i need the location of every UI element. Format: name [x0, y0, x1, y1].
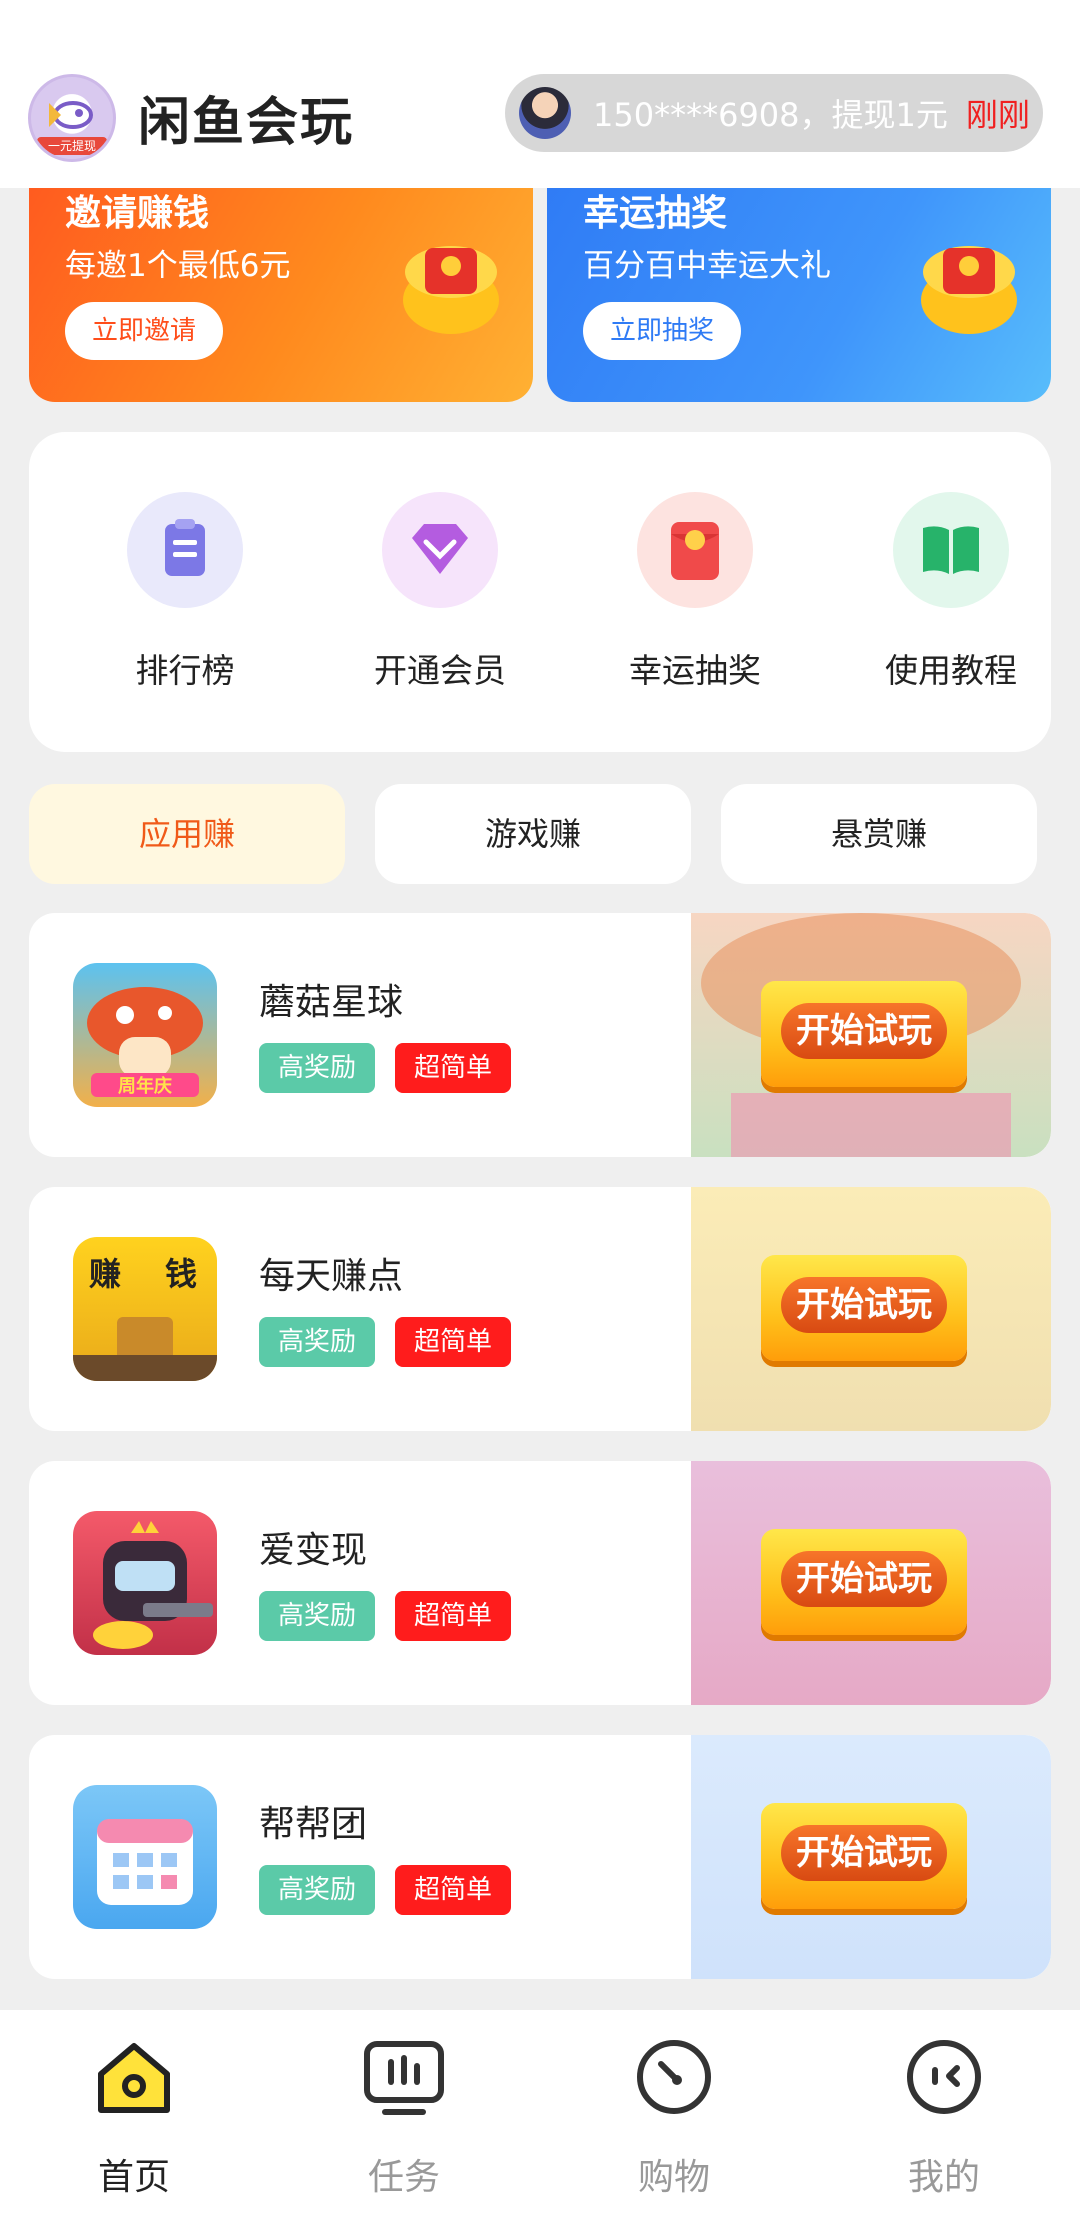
tag-high-reward: 高奖励	[259, 1591, 375, 1641]
promo-title: 邀请赚钱	[65, 193, 210, 234]
tag-high-reward: 高奖励	[259, 1043, 375, 1093]
app-icon	[73, 1785, 217, 1929]
app-header: 一元提现 闲鱼会玩 150****6908，提现1元 刚刚	[0, 0, 1080, 188]
promo-title: 幸运抽奖	[583, 193, 728, 234]
start-trial-label: 开始试玩	[781, 1003, 947, 1059]
task-name: 帮帮团	[259, 1804, 368, 1845]
task-banner: 开始试玩	[691, 1461, 1051, 1705]
quick-menu: 排行榜 开通会员 幸运抽奖 使用教程	[29, 432, 1051, 752]
quick-item-ranking[interactable]: 排行榜	[85, 492, 285, 692]
nav-profile[interactable]: 我的	[844, 2034, 1044, 2200]
red-envelope-icon	[637, 492, 753, 608]
start-trial-button[interactable]: 开始试玩	[761, 981, 967, 1087]
nav-label: 任务	[367, 2157, 440, 2198]
task-name: 爱变现	[259, 1530, 368, 1571]
quick-label: 幸运抽奖	[629, 651, 761, 690]
start-trial-label: 开始试玩	[781, 1825, 947, 1881]
tag-easy: 超简单	[395, 1591, 511, 1641]
app-logo: 一元提现	[28, 74, 116, 162]
nav-home[interactable]: 首页	[34, 2034, 234, 2200]
withdraw-ticker: 150****6908，提现1元 刚刚	[505, 74, 1043, 152]
task-icon	[361, 2034, 447, 2120]
home-icon	[91, 2034, 177, 2120]
anniversary-label: 周年庆	[118, 1075, 172, 1097]
logo-ribbon: 一元提现	[37, 137, 107, 155]
nav-label: 首页	[97, 2157, 170, 2198]
earn-char: 赚	[89, 1255, 121, 1293]
tab-bounty-earn[interactable]: 悬赏赚	[721, 784, 1037, 884]
profile-icon	[901, 2034, 987, 2120]
start-trial-label: 开始试玩	[781, 1277, 947, 1333]
app-icon: 周年庆	[73, 963, 217, 1107]
start-trial-label: 开始试玩	[781, 1551, 947, 1607]
task-name: 每天赚点	[259, 1256, 404, 1297]
quick-item-membership[interactable]: 开通会员	[340, 492, 540, 692]
bottom-nav: 首页 任务 购物 我的	[0, 2010, 1080, 2232]
shopping-icon	[631, 2034, 717, 2120]
quick-label: 开通会员	[374, 651, 506, 690]
ticker-text: 150****6908，提现1元	[593, 96, 948, 134]
gold-pot-icon	[403, 246, 499, 334]
tab-game-earn[interactable]: 游戏赚	[375, 784, 691, 884]
promo-subtitle: 每邀1个最低6元	[65, 248, 291, 284]
task-name: 蘑菇星球	[259, 982, 404, 1023]
clipboard-icon	[127, 492, 243, 608]
task-banner: 开始试玩	[691, 913, 1051, 1157]
tag-high-reward: 高奖励	[259, 1865, 375, 1915]
invite-promo-card[interactable]: 邀请赚钱 每邀1个最低6元 立即邀请	[29, 170, 533, 402]
promo-subtitle: 百分百中幸运大礼	[583, 248, 831, 284]
task-row[interactable]: 爱变现 高奖励 超简单 开始试玩	[29, 1461, 1051, 1705]
tab-app-earn[interactable]: 应用赚	[29, 784, 345, 884]
gold-pot-icon	[921, 246, 1017, 334]
nav-label: 我的	[907, 2157, 980, 2198]
app-icon	[73, 1511, 217, 1655]
avatar	[519, 87, 571, 139]
start-trial-button[interactable]: 开始试玩	[761, 1255, 967, 1361]
start-trial-button[interactable]: 开始试玩	[761, 1529, 967, 1635]
quick-label: 使用教程	[885, 651, 1017, 690]
quick-item-lottery[interactable]: 幸运抽奖	[595, 492, 795, 692]
tag-easy: 超简单	[395, 1865, 511, 1915]
task-row[interactable]: 赚 钱 每天赚点 高奖励 超简单 开始试玩	[29, 1187, 1051, 1431]
app-icon: 赚 钱	[73, 1237, 217, 1381]
task-row[interactable]: 周年庆 蘑菇星球 高奖励 超简单 开始试玩	[29, 913, 1051, 1157]
tag-high-reward: 高奖励	[259, 1317, 375, 1367]
nav-shopping[interactable]: 购物	[574, 2034, 774, 2200]
ticker-time: 刚刚	[965, 96, 1030, 134]
invite-button[interactable]: 立即邀请	[65, 302, 223, 360]
quick-label: 排行榜	[135, 651, 235, 690]
book-icon	[893, 492, 1009, 608]
lottery-promo-card[interactable]: 幸运抽奖 百分百中幸运大礼 立即抽奖	[547, 170, 1051, 402]
money-char: 钱	[165, 1255, 197, 1293]
nav-tasks[interactable]: 任务	[304, 2034, 504, 2200]
diamond-icon	[382, 492, 498, 608]
nav-label: 购物	[637, 2157, 710, 2198]
fish-logo-icon	[49, 101, 93, 129]
start-trial-button[interactable]: 开始试玩	[761, 1803, 967, 1909]
tag-easy: 超简单	[395, 1043, 511, 1093]
task-banner: 开始试玩	[691, 1187, 1051, 1431]
tag-easy: 超简单	[395, 1317, 511, 1367]
quick-item-tutorial[interactable]: 使用教程	[851, 492, 1051, 692]
app-title: 闲鱼会玩	[138, 93, 355, 153]
lottery-button[interactable]: 立即抽奖	[583, 302, 741, 360]
task-row[interactable]: 帮帮团 高奖励 超简单 开始试玩	[29, 1735, 1051, 1979]
task-banner: 开始试玩	[691, 1735, 1051, 1979]
